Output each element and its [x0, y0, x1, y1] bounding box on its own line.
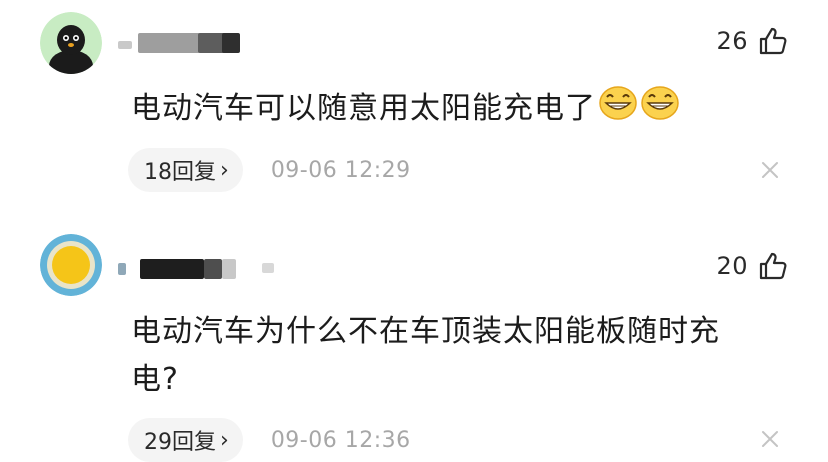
- comment-text-content: 电动汽车为什么不在车顶装太阳能板随时充电?: [131, 314, 720, 397]
- timestamp: 09-06 12:29: [270, 157, 411, 183]
- chevron-right-icon: ›: [220, 427, 229, 453]
- sun-avatar-icon: [40, 234, 102, 296]
- comment-meta: 29回复 › 09-06 12:36: [128, 418, 411, 462]
- penguin-avatar-icon: [40, 12, 102, 74]
- close-icon[interactable]: [760, 429, 780, 449]
- chevron-right-icon: ›: [220, 157, 229, 183]
- comment-text: 电动汽车可以随意用太阳能充电了: [131, 84, 758, 135]
- like-count: 26: [716, 27, 748, 55]
- comment-meta: 18回复 › 09-06 12:29: [128, 148, 411, 192]
- avatar[interactable]: [40, 12, 102, 74]
- like-count: 20: [716, 252, 748, 280]
- timestamp: 09-06 12:36: [270, 427, 411, 453]
- avatar[interactable]: [40, 234, 102, 296]
- replies-label: 18回复: [144, 160, 216, 185]
- close-icon[interactable]: [760, 160, 780, 180]
- grinning-face-icon: [598, 84, 638, 135]
- comment-item: 26 电动汽车可以随意用太阳能充电了 18回复 › 09-06 12:29: [0, 0, 828, 222]
- replies-label: 29回复: [144, 430, 216, 455]
- replies-button[interactable]: 29回复 ›: [128, 418, 243, 462]
- comment-text-content: 电动汽车可以随意用太阳能充电了: [131, 91, 596, 126]
- thumbs-up-icon: [759, 252, 787, 280]
- comment-text: 电动汽车为什么不在车顶装太阳能板随时充电?: [131, 308, 758, 404]
- grinning-face-icon: [640, 84, 680, 135]
- like-button[interactable]: 26: [716, 26, 788, 56]
- comment-item: 20 电动汽车为什么不在车顶装太阳能板随时充电? 29回复 › 09-06 12…: [0, 222, 828, 462]
- like-button[interactable]: 20: [716, 251, 788, 281]
- replies-button[interactable]: 18回复 ›: [128, 148, 243, 192]
- thumbs-up-icon: [759, 27, 787, 55]
